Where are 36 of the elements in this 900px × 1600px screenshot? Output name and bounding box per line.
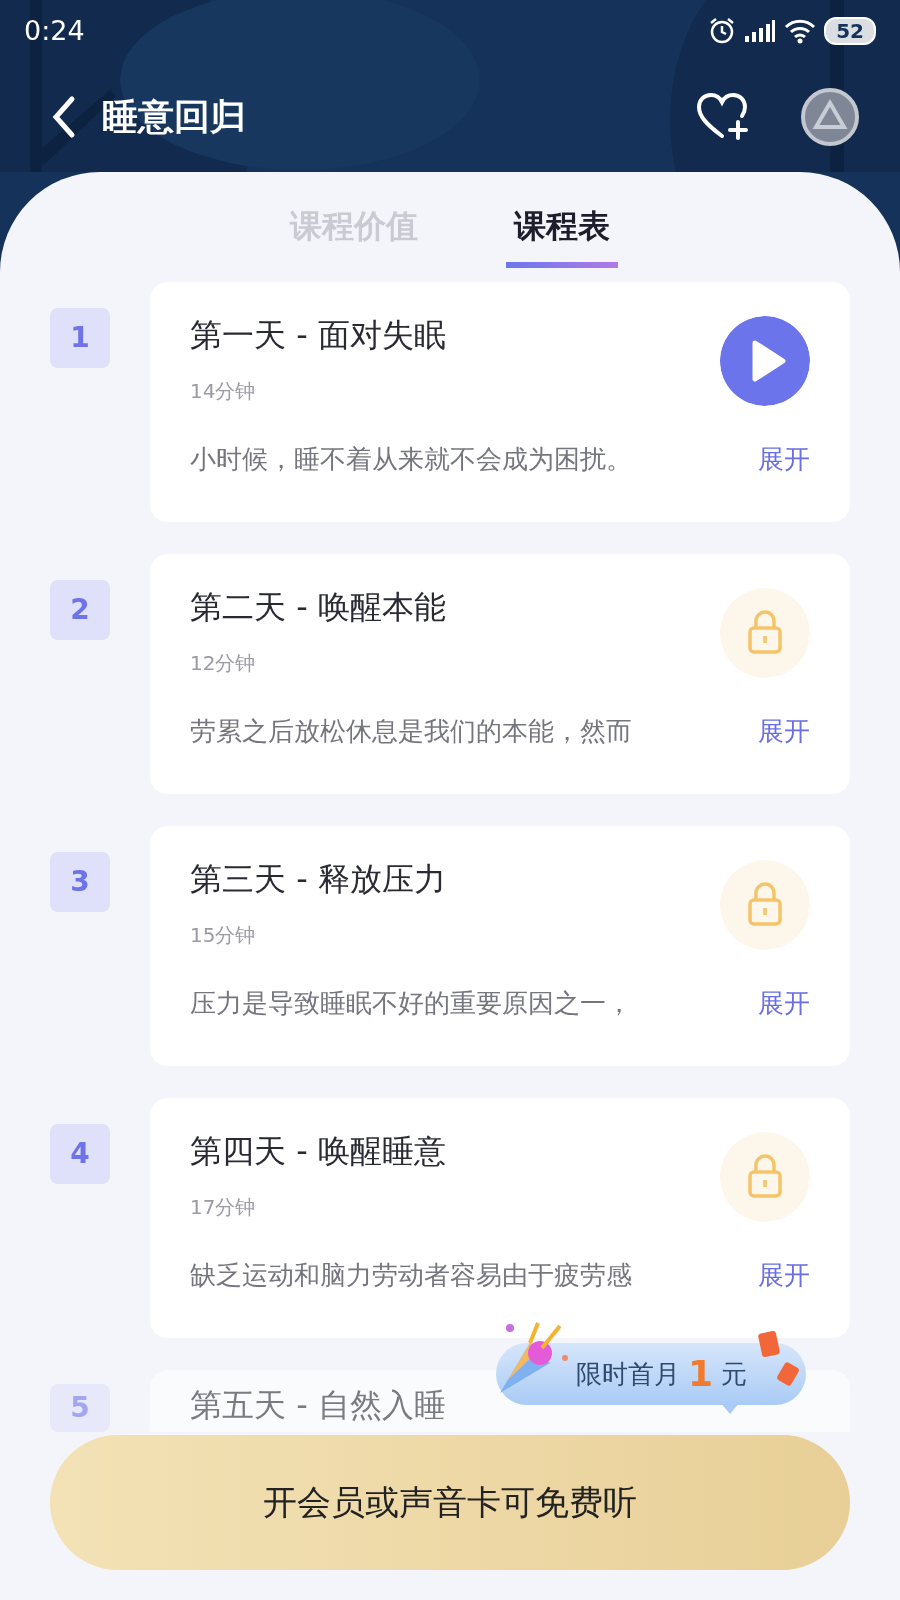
battery-indicator: 52 (824, 17, 876, 45)
expand-link[interactable]: 展开 (758, 712, 810, 752)
lesson-number: 5 (50, 1384, 110, 1432)
lesson-card[interactable]: 第四天 - 唤醒睡意 17分钟 缺乏运动和脑力劳动者容易由于疲劳感 展开 (150, 1098, 850, 1338)
bubble-pointer (720, 1402, 740, 1414)
expand-link[interactable]: 展开 (758, 440, 810, 480)
lesson-duration: 15分钟 (190, 922, 257, 950)
lesson-duration: 12分钟 (190, 650, 257, 678)
lesson-summary: 压力是导致睡眠不好的重要原因之一， (190, 987, 632, 1021)
lesson-title: 第四天 - 唤醒睡意 (190, 1132, 446, 1171)
lesson-number: 2 (50, 580, 110, 640)
lesson-title: 第二天 - 唤醒本能 (190, 588, 446, 627)
lesson-duration: 17分钟 (190, 1194, 257, 1222)
status-time: 0:24 (24, 13, 85, 48)
page-title: 睡意回归 (102, 95, 247, 139)
play-button[interactable] (720, 316, 810, 406)
lesson-card[interactable]: 第三天 - 释放压力 15分钟 压力是导致睡眠不好的重要原因之一， 展开 (150, 826, 850, 1066)
expand-link[interactable]: 展开 (758, 1256, 810, 1296)
lesson-number: 3 (50, 852, 110, 912)
lesson-number: 1 (50, 308, 110, 368)
wifi-icon (784, 18, 817, 44)
signal-icon (744, 19, 777, 43)
expand-link[interactable]: 展开 (758, 984, 810, 1024)
membership-button[interactable]: 开会员或声音卡可免费听 (50, 1435, 850, 1570)
lesson-number: 4 (50, 1124, 110, 1184)
avatar-icon[interactable] (800, 87, 860, 147)
lesson-summary: 劳累之后放松休息是我们的本能，然而 (190, 715, 632, 749)
lesson-card[interactable]: 第一天 - 面对失眠 14分钟 小时候，睡不着从来就不会成为困扰。 展开 (150, 282, 850, 522)
lesson-card[interactable]: 第二天 - 唤醒本能 12分钟 劳累之后放松休息是我们的本能，然而 展开 (150, 554, 850, 794)
lesson-summary: 小时候，睡不着从来就不会成为困扰。 (190, 443, 632, 477)
lesson-title: 第三天 - 释放压力 (190, 860, 446, 899)
lesson-title: 第一天 - 面对失眠 (190, 316, 446, 355)
tab[interactable]: 课程表 (506, 202, 618, 268)
lesson-summary: 缺乏运动和脑力劳动者容易由于疲劳感 (190, 1259, 632, 1293)
lesson-title: 第五天 - 自然入睡 (190, 1386, 446, 1425)
lesson-duration: 14分钟 (190, 378, 257, 406)
